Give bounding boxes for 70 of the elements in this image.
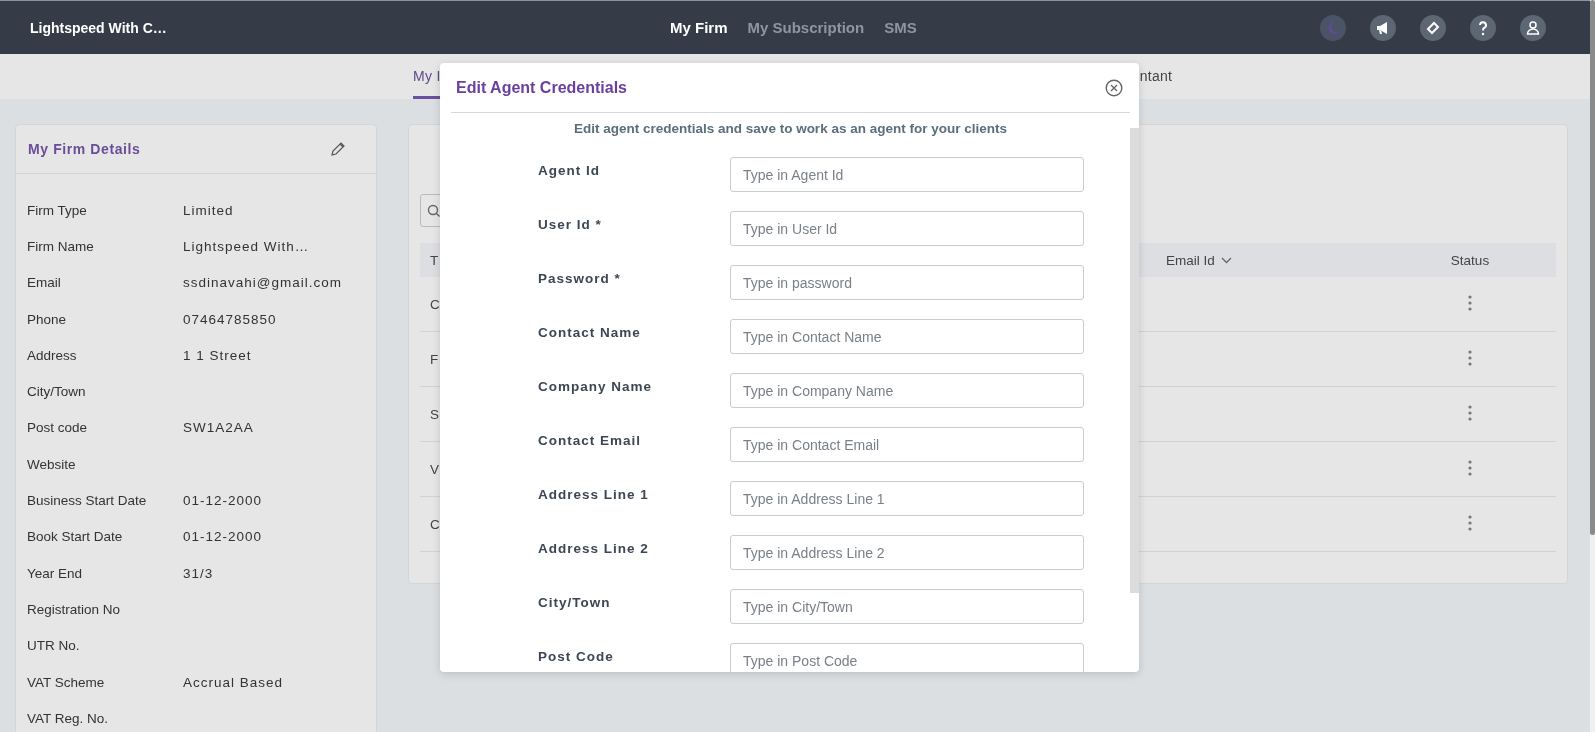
field-label: VAT Reg. No. xyxy=(27,710,110,726)
field-value: 01-12-2000 xyxy=(183,529,263,545)
scrollbar[interactable] xyxy=(1130,128,1139,593)
field-label: Registration No xyxy=(27,601,122,617)
field-label: Phone xyxy=(27,311,68,327)
field-label: Address Line 2 xyxy=(538,540,650,556)
more-icon[interactable] xyxy=(1468,459,1472,476)
field-label: Company Name xyxy=(538,378,654,394)
field-label: Post Code xyxy=(538,648,615,664)
field-label: City/Town xyxy=(27,384,87,400)
field-label: Email xyxy=(27,275,62,291)
field-label: Book Start Date xyxy=(27,529,124,545)
help-icon[interactable] xyxy=(1470,14,1496,41)
input-field[interactable]: Type in Contact Name xyxy=(730,319,1084,354)
field-label: Address xyxy=(27,347,78,363)
dialog-subtitle: Edit agent credentials and save to work as an agent for your clients xyxy=(573,121,1008,136)
tab[interactable]: ntant xyxy=(1139,68,1173,99)
field-value: 07464785850 xyxy=(183,311,277,327)
input-field[interactable]: Type in Address Line 1 xyxy=(730,481,1084,516)
field-label: Firm Type xyxy=(27,202,88,218)
brand-name: Lightspeed With C… xyxy=(30,19,168,36)
field-label: Contact Email xyxy=(538,432,643,448)
more-icon[interactable] xyxy=(1468,294,1472,311)
megaphone-icon[interactable] xyxy=(1370,14,1396,41)
field-label: Password * xyxy=(538,270,622,286)
search-icon xyxy=(427,203,441,218)
ticket-icon[interactable] xyxy=(1420,14,1446,41)
field-label: Address Line 1 xyxy=(538,486,650,502)
input-field[interactable]: Type in Contact Email xyxy=(730,427,1084,462)
pencil-icon[interactable] xyxy=(330,141,346,157)
column-header: Status xyxy=(1384,243,1556,277)
input-field[interactable]: Type in Post Code xyxy=(730,643,1084,672)
field-label: Website xyxy=(27,456,77,472)
field-label: City/Town xyxy=(538,594,612,610)
field-label: User Id * xyxy=(538,216,603,232)
field-value: Accrual Based xyxy=(183,674,284,690)
dialog-title: Edit Agent Credentials xyxy=(456,78,628,97)
input-field[interactable]: Type in Company Name xyxy=(730,373,1084,408)
input-field[interactable]: Type in Agent Id xyxy=(730,157,1084,192)
input-field[interactable]: Type in City/Town xyxy=(730,589,1084,624)
field-value: 31/3 xyxy=(183,565,214,581)
field-label: VAT Scheme xyxy=(27,674,106,690)
more-icon[interactable] xyxy=(1468,349,1472,366)
chevron-down-icon[interactable] xyxy=(1220,256,1232,264)
field-value: Limited xyxy=(183,202,234,218)
field-label: Year End xyxy=(27,565,84,581)
nav-link[interactable]: My Firm xyxy=(670,19,728,36)
field-label: UTR No. xyxy=(27,638,81,654)
nav-link[interactable]: SMS xyxy=(884,19,917,36)
page-scrollbar[interactable] xyxy=(1590,0,1595,732)
field-value: SW1A2AA xyxy=(183,420,254,436)
field-value: 1 1 Street xyxy=(183,347,252,363)
field-value: Lightspeed With… xyxy=(183,238,310,254)
nav-link[interactable]: My Subscription xyxy=(747,19,865,36)
more-icon[interactable] xyxy=(1468,404,1472,421)
field-label: Post code xyxy=(27,420,89,436)
field-value: ssdinavahi@gmail.com xyxy=(183,275,342,291)
card-title: My Firm Details xyxy=(28,141,142,157)
input-field[interactable]: Type in User Id xyxy=(730,211,1084,246)
close-icon[interactable] xyxy=(1105,78,1123,97)
user-icon[interactable] xyxy=(1520,14,1546,41)
more-icon[interactable] xyxy=(1468,514,1472,531)
field-label: Firm Name xyxy=(27,238,95,254)
column-header[interactable]: Email Id xyxy=(1166,252,1232,268)
input-field[interactable]: Type in Address Line 2 xyxy=(730,535,1084,570)
field-value: 01-12-2000 xyxy=(183,493,263,508)
input-field[interactable]: Type in password xyxy=(730,265,1084,300)
field-label: Contact Name xyxy=(538,324,642,340)
field-label: Agent Id xyxy=(538,162,601,178)
field-label: Business Start Date xyxy=(27,493,148,508)
